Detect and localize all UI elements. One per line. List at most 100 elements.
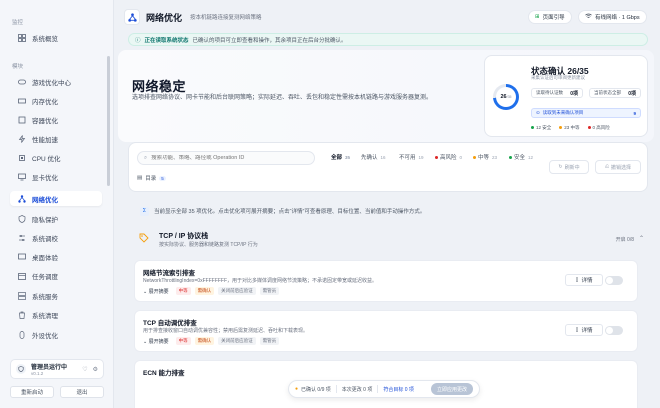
mini-stat-label: 读取待认证数 xyxy=(536,90,563,95)
expand-summary-button[interactable]: ⌄ 展开摘要 xyxy=(143,288,169,295)
heart-icon[interactable]: ♡ xyxy=(82,366,87,373)
filter-chip-safe[interactable]: 安全 12 xyxy=(509,153,533,161)
tag-verify: 关闭前后应验证 xyxy=(218,337,256,345)
dot-icon xyxy=(559,126,563,130)
refresh-button[interactable]: ↻ 刷新中 xyxy=(549,160,589,174)
search-input[interactable] xyxy=(151,155,312,161)
filter-chip-confirm[interactable]: 先确认 16 xyxy=(361,153,386,162)
details-label: 详情 xyxy=(581,278,593,284)
hero-title: 网络稳定 xyxy=(132,79,187,94)
search-box[interactable]: ⌕ xyxy=(137,151,315,165)
sidebar-item-scheduler[interactable]: 任务调度 xyxy=(10,268,102,283)
sidebar-item-performance[interactable]: 性能加速 xyxy=(10,131,102,146)
sidebar-item-network[interactable]: 网络优化 xyxy=(10,191,102,206)
filter-chip-high[interactable]: 高风险 0 xyxy=(435,153,462,161)
hero-description: 选项排查网络协议、网卡节能和后台联网策略；实际延迟、吞吐、丢包和稳定性需按本机链… xyxy=(132,95,433,101)
target-count: 符合目标 0 项 xyxy=(383,386,414,393)
tag-verify: 关闭前后应验证 xyxy=(218,287,256,295)
filter-chip-unavailable[interactable]: 不可用 19 xyxy=(399,153,424,162)
dot-icon xyxy=(509,155,512,159)
sidebar-item-container[interactable]: 容器优化 xyxy=(10,112,102,127)
sidebar-item-gpu[interactable]: 显卡优化 xyxy=(10,169,102,184)
details-button[interactable]: ▯ 详情 xyxy=(565,274,603,286)
sidebar-item-label: 网络优化 xyxy=(32,196,58,204)
box-icon xyxy=(18,116,26,124)
directory-filter[interactable]: ▤ 目录 5 xyxy=(137,173,166,183)
chip-count: 23 xyxy=(492,154,498,160)
page-guide-button[interactable]: ⊞ 页面引导 xyxy=(528,10,572,24)
info-icon: ⓘ xyxy=(135,37,141,44)
filter-chip-medium[interactable]: 中等 23 xyxy=(473,153,497,161)
chevron-down-icon: ⌄ xyxy=(143,288,148,295)
changes-count: 本次更改 0 项 xyxy=(341,386,373,393)
chip-label: 中等 xyxy=(478,155,490,161)
group-tcpip[interactable]: TCP / IP 协议栈 按实际协议、服务器和链路复测 TCP/IP 行为 开启… xyxy=(128,224,648,252)
sidebar-scrollbar[interactable] xyxy=(107,56,110,186)
sidebar-item-peripherals[interactable]: 外设优化 xyxy=(10,327,102,342)
sidebar: 监控 系统概览 模块 游戏优化中心 内存优化 容器优化 性能加速 CPU 优化 … xyxy=(0,0,114,408)
status-card-subtitle: 采集认证后可审阅更新建议 xyxy=(531,75,585,80)
shield-icon xyxy=(16,364,26,374)
details-button[interactable]: ▯ 详情 xyxy=(565,324,603,336)
sidebar-item-privacy[interactable]: 隐私保护 xyxy=(10,211,102,226)
item-title: TCP 自动调优排查 xyxy=(143,320,197,327)
sidebar-section-module: 模块 xyxy=(12,64,24,70)
restart-button[interactable]: 重新启动 xyxy=(10,386,54,398)
dot-icon xyxy=(435,155,438,159)
chevron-up-icon[interactable]: ⌃ xyxy=(639,235,644,242)
dot-icon xyxy=(473,155,476,159)
monitor-icon xyxy=(18,173,26,181)
sidebar-item-overview[interactable]: 系统概览 xyxy=(10,30,102,45)
list-item[interactable]: TCP 自动调优排查 用于排查接收窗口自动调优兼容性；禁用后需复测延迟、吞吐和下… xyxy=(134,310,638,352)
group-subtitle: 按实际协议、服务器和链路复测 TCP/IP 行为 xyxy=(159,242,258,248)
network-status-pill: 有线网络 · 1 Gbps xyxy=(578,10,647,24)
chip-label: 安全 xyxy=(514,155,526,161)
clear-selection-button[interactable]: ⎌ 撤销选择 xyxy=(595,160,641,174)
enable-toggle[interactable] xyxy=(605,276,623,285)
legend-safe: 12 安全 xyxy=(531,125,551,131)
admin-name: 管理员运行中 xyxy=(31,365,68,371)
status-card: 26/35 状态确认 26/35 采集认证后可审阅更新建议 读取待认证数 0项 … xyxy=(484,55,648,137)
directory-label: 目录 xyxy=(145,176,157,182)
page-title: 网络优化 xyxy=(146,12,183,23)
enable-toggle[interactable] xyxy=(605,326,623,335)
item-description: 用于排查接收窗口自动调优兼容性；禁用后需复测延迟、吞吐和下载表现。 xyxy=(143,328,309,334)
shield-icon xyxy=(18,214,26,223)
page-header: 网络优化 按本机链路连接复测网络策略 ⊞ 页面引导 有线网络 · 1 Gbps xyxy=(118,6,654,28)
clear-selection-label: 撤销选择 xyxy=(611,164,632,171)
gamepad-icon xyxy=(18,78,26,86)
chip-label: 不可用 xyxy=(399,155,416,161)
sidebar-item-label: 系统概览 xyxy=(32,35,58,43)
future-confirm-label: 读取到未来确认项目 xyxy=(542,110,584,115)
sidebar-item-cpu[interactable]: CPU 优化 xyxy=(10,150,102,165)
item-title: 网络节流索引排查 xyxy=(143,270,195,277)
progress-ring: 26/35 xyxy=(493,84,519,110)
chip-label: 高风险 xyxy=(440,155,457,161)
calendar-icon xyxy=(18,272,26,280)
future-confirm-box[interactable]: ⊙ 读取到未来确认项目 9 xyxy=(531,108,641,118)
filter-chip-all[interactable]: 全部 35 xyxy=(331,153,350,162)
sidebar-item-services[interactable]: 系统服务 xyxy=(10,288,102,303)
sidebar-item-tuning[interactable]: 系统调校 xyxy=(10,230,102,245)
exit-button[interactable]: 退出 xyxy=(60,386,104,398)
sidebar-item-game[interactable]: 游戏优化中心 xyxy=(10,74,102,89)
chip-count: 12 xyxy=(528,154,534,160)
info-text: 当前显示全部 35 项优化。点击优化项可展开摘要；点击“详情”可查看原理、目标位… xyxy=(154,209,426,215)
list-item[interactable]: 网络节流索引排查 NetworkThrottlingIndex=0xFFFFFF… xyxy=(134,260,638,302)
gear-icon[interactable]: ⚙ xyxy=(93,366,98,373)
apply-changes-button[interactable]: 立即应用更改 xyxy=(430,383,473,395)
expand-summary-button[interactable]: ⌄ 展开摘要 xyxy=(143,338,169,345)
hero-section: 网络稳定 选项排查网络协议、网卡节能和后台联网策略；实际延迟、吞吐、丢包和稳定性… xyxy=(118,50,654,142)
sidebar-item-label: 游戏优化中心 xyxy=(32,79,71,87)
chip-count: 0 xyxy=(459,154,463,160)
sidebar-item-label: 系统服务 xyxy=(32,293,58,301)
legend-high: 0 高风险 xyxy=(587,125,610,131)
sidebar-item-memory[interactable]: 内存优化 xyxy=(10,93,102,108)
network-icon xyxy=(18,194,26,203)
sidebar-item-desktop[interactable]: 桌面体验 xyxy=(10,249,102,264)
tag-admin: 需管员 xyxy=(259,337,280,345)
mini-stat-value: 0项 xyxy=(628,90,636,97)
sidebar-item-cleanup[interactable]: 系统清理 xyxy=(10,307,102,322)
risk-legend: 12 安全 23 中等 0 高风险 xyxy=(531,125,610,131)
expand-label: 展开摘要 xyxy=(148,338,169,345)
